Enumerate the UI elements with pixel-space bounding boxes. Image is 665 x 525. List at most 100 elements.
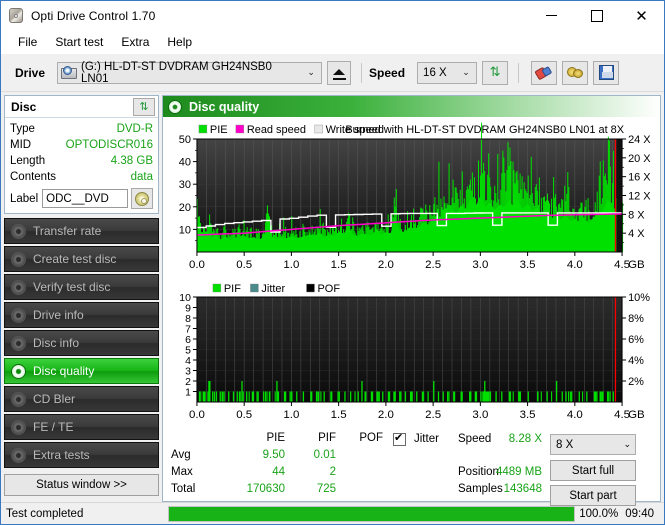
menu-extra[interactable]: Extra xyxy=(112,33,158,52)
disc-quality-panel: Disc quality 10 20 30 40 50 4 X 8 X 12 X 16 X 20 … xyxy=(162,95,661,506)
svg-text:1: 1 xyxy=(185,387,191,398)
disc-label-button[interactable] xyxy=(131,188,153,209)
sidebar-item-cd-bler[interactable]: CD Bler xyxy=(4,386,159,412)
stats-header-pof: POF xyxy=(359,432,383,444)
floppy-icon xyxy=(598,65,614,80)
status-window-button[interactable]: Status window >> xyxy=(4,474,159,496)
stats-total-pif: 725 xyxy=(316,483,336,495)
disc-rows: Type DVD-R MID OPTODISCR016 Length 4.38 … xyxy=(5,118,158,213)
speed-select[interactable]: 16 X ⌄ xyxy=(417,61,478,84)
stats-row-label-max: Max xyxy=(171,466,193,478)
svg-text:0.0: 0.0 xyxy=(189,259,205,271)
position-value: 4489 MB xyxy=(495,466,542,478)
refresh-icon: ⇅ xyxy=(489,65,501,80)
refresh-button[interactable]: ⇅ xyxy=(482,60,509,85)
test-controls: 8 X ⌄ Start full Start part xyxy=(542,432,656,506)
svg-text:20 X: 20 X xyxy=(628,153,651,165)
eraser-icon xyxy=(534,64,553,82)
svg-text:4 X: 4 X xyxy=(628,228,645,240)
speed-label: Speed xyxy=(369,65,406,80)
sidebar-item-extra-tests[interactable]: Extra tests xyxy=(4,442,159,468)
disc-panel-header: Disc ⇅ xyxy=(5,96,158,118)
erase-button[interactable] xyxy=(531,60,558,85)
eject-button[interactable] xyxy=(327,60,352,85)
settings-button[interactable] xyxy=(562,60,589,85)
sidebar-item-disc-quality[interactable]: Disc quality xyxy=(4,358,159,384)
disc-label-input[interactable]: ODC__DVD xyxy=(42,189,128,208)
sidebar-item-fe-te[interactable]: FE / TE xyxy=(4,414,159,440)
stats-table: PIE PIF POF Avg 9.50 0.01 Max 44 2 Total… xyxy=(167,431,412,497)
svg-text:8 X: 8 X xyxy=(628,209,645,221)
disc-refresh-button[interactable]: ⇅ xyxy=(133,97,155,116)
progress-percent: 100.0% xyxy=(579,507,619,520)
svg-text:Burned with HL-DT-ST DVDRAM GH: Burned with HL-DT-ST DVDRAM GH24NSB0 LN0… xyxy=(345,124,624,136)
disc-row-length: Length 4.38 GB xyxy=(10,153,153,169)
status-message: Test completed xyxy=(6,507,84,520)
svg-text:16 X: 16 X xyxy=(628,172,651,184)
menu-help[interactable]: Help xyxy=(158,33,201,52)
drive-select[interactable]: (G:) HL-DT-ST DVDRAM GH24NSB0 LN01 ⌄ xyxy=(57,60,323,85)
menu-start-test[interactable]: Start test xyxy=(46,33,112,52)
disc-icon xyxy=(11,223,26,239)
progress-bar xyxy=(168,505,576,522)
sidebar-item-label: Disc quality xyxy=(33,364,95,378)
disc-row-type: Type DVD-R xyxy=(10,121,153,137)
svg-text:4: 4 xyxy=(185,356,191,367)
svg-text:50: 50 xyxy=(179,134,191,146)
menu-file[interactable]: File xyxy=(9,33,46,52)
svg-text:8%: 8% xyxy=(628,313,644,325)
disc-quality-icon xyxy=(168,99,182,114)
sidebar-item-label: Drive info xyxy=(33,308,84,322)
drive-select-value: (G:) HL-DT-ST DVDRAM GH24NSB0 LN01 xyxy=(81,60,272,85)
svg-text:Jitter: Jitter xyxy=(261,283,285,295)
save-button[interactable] xyxy=(593,60,620,85)
svg-text:10: 10 xyxy=(179,224,191,236)
window-title: Opti Drive Control 1.70 xyxy=(31,9,156,23)
title-bar: Opti Drive Control 1.70 ✕ xyxy=(1,1,664,31)
maximize-button[interactable] xyxy=(574,1,619,31)
sidebar-item-transfer-rate[interactable]: Transfer rate xyxy=(4,218,159,244)
svg-text:10: 10 xyxy=(179,293,191,304)
sidebar-item-label: Verify test disc xyxy=(33,280,111,294)
svg-text:1.5: 1.5 xyxy=(331,259,347,271)
close-button[interactable]: ✕ xyxy=(619,1,664,31)
disc-contents-label: Contents xyxy=(10,171,57,183)
svg-text:8: 8 xyxy=(185,314,191,325)
disc-row-contents: Contents data xyxy=(10,169,153,185)
disc-icon xyxy=(11,279,26,295)
test-speed-select[interactable]: 8 X ⌄ xyxy=(550,434,636,455)
sidebar-item-drive-info[interactable]: Drive info xyxy=(4,302,159,328)
sidebar-item-label: CD Bler xyxy=(33,392,76,406)
start-full-button[interactable]: Start full xyxy=(550,460,636,481)
svg-text:24 X: 24 X xyxy=(628,134,651,146)
svg-text:40: 40 xyxy=(179,157,191,169)
svg-text:3.5: 3.5 xyxy=(520,259,536,271)
sidebar-item-disc-info[interactable]: Disc info xyxy=(4,330,159,356)
disc-contents-value: data xyxy=(130,171,153,183)
content-area: Disc quality 10 20 30 40 50 4 X 8 X 12 X 16 X 20 … xyxy=(161,92,664,506)
stats-max-pif: 2 xyxy=(329,466,336,478)
svg-text:2: 2 xyxy=(185,377,191,388)
disc-icon xyxy=(11,447,26,463)
samples-value: 143648 xyxy=(503,483,542,495)
disc-mid-label: MID xyxy=(10,139,32,151)
chevron-down-icon: ⌄ xyxy=(307,67,315,78)
page-title: Disc quality xyxy=(189,99,260,114)
jitter-checkbox[interactable] xyxy=(393,431,406,446)
svg-text:4%: 4% xyxy=(628,355,644,367)
chevron-down-icon: ⌄ xyxy=(623,439,631,450)
sidebar-item-verify-test-disc[interactable]: Verify test disc xyxy=(4,274,159,300)
nav-list: Transfer rate Create test disc Verify te… xyxy=(4,218,159,468)
toolbar-divider-1 xyxy=(361,62,363,83)
stats-header-pie: PIE xyxy=(266,432,285,444)
minimize-button[interactable] xyxy=(529,1,574,31)
main-body: Disc ⇅ Type DVD-R MID OPTODISCR016 Lengt… xyxy=(1,92,664,506)
stats-area: PIE PIF POF Avg 9.50 0.01 Max 44 2 Total… xyxy=(163,429,660,506)
drive-icon xyxy=(61,65,78,80)
start-part-button[interactable]: Start part xyxy=(550,485,636,506)
disc-icon xyxy=(11,391,26,407)
plug-icon xyxy=(566,66,584,80)
sidebar-item-create-test-disc[interactable]: Create test disc xyxy=(4,246,159,272)
svg-text:Read speed: Read speed xyxy=(247,124,306,136)
pif-chart: 1 2 3 4 5 6 7 8 9 10 2% 4% 6% 8% 10% 0.0 0.5 1.0 1.5 2.0 2.5… xyxy=(163,277,660,429)
